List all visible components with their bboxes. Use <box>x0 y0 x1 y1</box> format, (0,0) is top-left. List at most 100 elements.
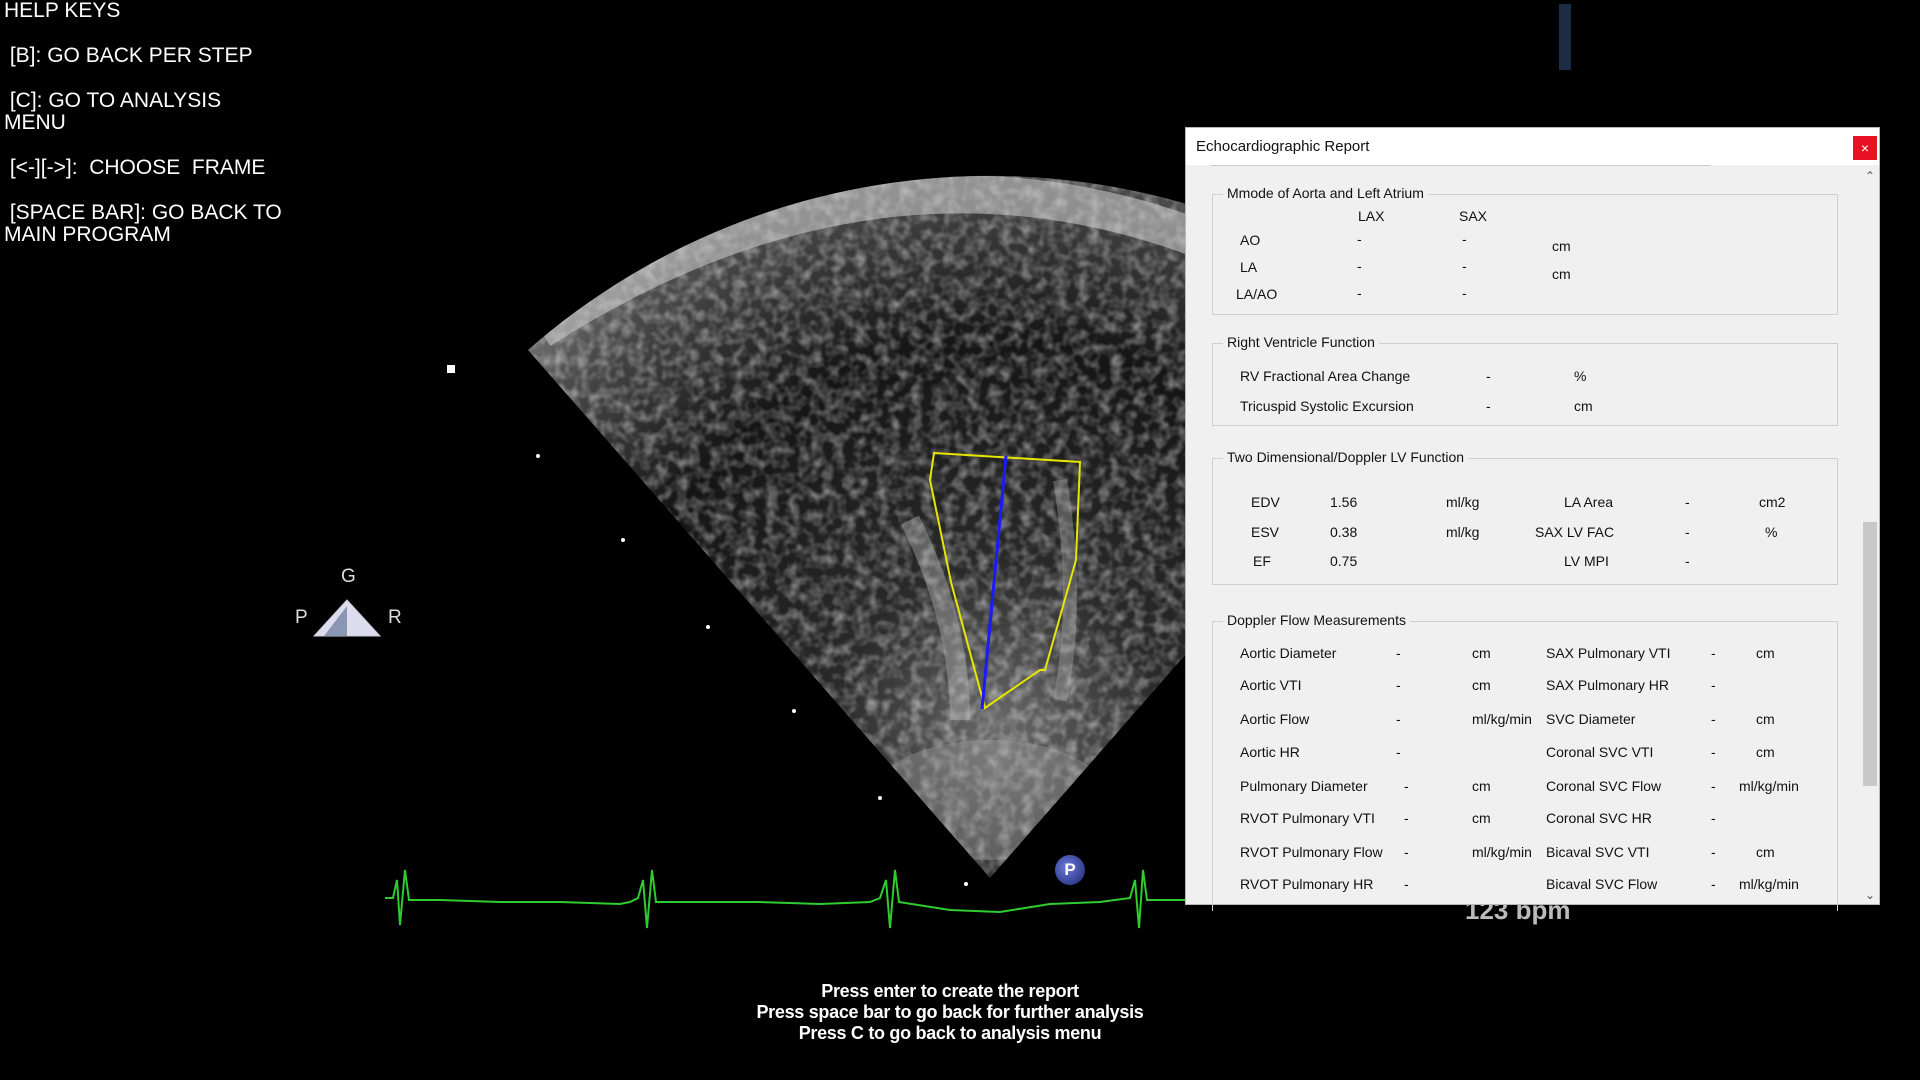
unit: ml/kg/min <box>1472 711 1532 727</box>
value: - <box>1711 778 1716 794</box>
lax-value: - <box>1357 258 1362 274</box>
help-key-c: [C]: GO TO ANALYSIS MENU <box>4 89 222 134</box>
row-label: RVOT Pulmonary VTI <box>1240 810 1375 826</box>
row-label: Aortic VTI <box>1240 677 1302 693</box>
unit: cm2 <box>1759 494 1786 510</box>
column-header-lax: LAX <box>1358 208 1385 224</box>
lax-value: - <box>1357 285 1362 301</box>
value: - <box>1404 876 1409 892</box>
row-label: Coronal SVC Flow <box>1546 778 1662 794</box>
vertical-scrollbar[interactable]: ⌃ ⌄ <box>1861 165 1879 904</box>
unit: cm <box>1472 677 1491 693</box>
value: 0.75 <box>1330 553 1358 569</box>
row-label: Pulmonary Diameter <box>1240 778 1368 794</box>
unit: ml/kg <box>1446 524 1480 540</box>
value: - <box>1711 645 1716 661</box>
unit: cm <box>1756 744 1775 760</box>
value: - <box>1404 844 1409 860</box>
row-label: AO <box>1240 232 1261 248</box>
row-label: LV MPI <box>1564 553 1609 569</box>
scroll-marker <box>1559 4 1571 70</box>
unit: cm <box>1472 778 1491 794</box>
instruction-line: Press C to go back to analysis menu <box>798 1023 1102 1043</box>
row-label: SAX LV FAC <box>1535 524 1615 540</box>
orientation-top-label: G <box>341 566 356 587</box>
report-window: Echocardiographic Report × Mmode of Aort… <box>1185 127 1880 911</box>
probe-marker-icon: P <box>1055 855 1085 885</box>
instructions: Press enter to create the report Press s… <box>700 981 1200 1044</box>
scroll-up-icon[interactable]: ⌃ <box>1865 169 1875 183</box>
doppler-flow-group: Doppler Flow Measurements Aortic Diamete… <box>1212 612 1838 911</box>
value: - <box>1396 744 1401 760</box>
row-label: RVOT Pulmonary HR <box>1240 876 1374 892</box>
help-keys-panel: HELP KEYS [B]: GO BACK PER STEP [C]: GO … <box>4 0 294 269</box>
unit: cm <box>1472 645 1491 661</box>
row-label: ESV <box>1251 524 1280 540</box>
orientation-right-label: R <box>388 607 402 628</box>
unit: ml/kg/min <box>1472 844 1532 860</box>
unit: % <box>1574 368 1587 384</box>
row-label: Coronal SVC HR <box>1546 810 1652 826</box>
row-label: Bicaval SVC Flow <box>1546 876 1658 892</box>
help-key-b: [B]: GO BACK PER STEP <box>4 44 253 67</box>
instruction-line: Press space bar to go back for further a… <box>756 1002 1144 1022</box>
value: - <box>1711 677 1716 693</box>
group-legend: Right Ventricle Function <box>1223 334 1379 350</box>
help-key-arrows: [<-][->]: CHOOSE FRAME <box>4 156 266 179</box>
row-label: LA Area <box>1564 494 1614 510</box>
value: - <box>1685 524 1690 540</box>
close-icon[interactable]: × <box>1853 136 1877 160</box>
value: 1.56 <box>1330 494 1358 510</box>
help-key-space: [SPACE BAR]: GO BACK TO MAIN PROGRAM <box>4 201 282 246</box>
sax-value: - <box>1462 285 1467 301</box>
value: - <box>1396 711 1401 727</box>
rv-function-group: Right Ventricle Function RV Fractional A… <box>1212 334 1838 426</box>
row-label: EDV <box>1251 494 1280 510</box>
value: - <box>1404 810 1409 826</box>
unit: cm <box>1574 398 1593 414</box>
scroll-down-icon[interactable]: ⌄ <box>1865 888 1875 902</box>
value: - <box>1396 677 1401 693</box>
value: - <box>1711 744 1716 760</box>
value: - <box>1711 810 1716 826</box>
sax-value: - <box>1462 258 1467 274</box>
row-label: Bicaval SVC VTI <box>1546 844 1650 860</box>
unit: cm <box>1756 711 1775 727</box>
unit: % <box>1765 524 1778 540</box>
unit: ml/kg <box>1446 494 1480 510</box>
report-title: Echocardiographic Report <box>1196 138 1370 155</box>
value: - <box>1711 711 1716 727</box>
row-label: RV Fractional Area Change <box>1240 368 1411 384</box>
lax-value: - <box>1357 231 1362 247</box>
unit: cm <box>1552 238 1571 254</box>
row-label: Coronal SVC VTI <box>1546 744 1654 760</box>
row-label: Tricuspid Systolic Excursion <box>1240 398 1414 414</box>
value: - <box>1711 876 1716 892</box>
unit: cm <box>1472 810 1491 826</box>
row-label: Aortic Diameter <box>1240 645 1337 661</box>
lv-function-group: Two Dimensional/Doppler LV Function EDV … <box>1212 449 1838 585</box>
value: - <box>1486 368 1491 384</box>
scrollbar-thumb[interactable] <box>1863 522 1877 786</box>
group-legend: Doppler Flow Measurements <box>1223 612 1410 628</box>
unit: cm <box>1552 266 1571 282</box>
value: - <box>1396 645 1401 661</box>
row-label: SAX Pulmonary VTI <box>1546 645 1671 661</box>
unit: cm <box>1756 844 1775 860</box>
orientation-indicator: G P R <box>295 566 415 646</box>
group-legend: Two Dimensional/Doppler LV Function <box>1223 449 1469 465</box>
unit: cm <box>1756 645 1775 661</box>
instruction-line: Press enter to create the report <box>821 981 1079 1001</box>
help-title: HELP KEYS <box>4 0 121 22</box>
row-label: Aortic Flow <box>1240 711 1310 727</box>
value: - <box>1685 494 1690 510</box>
row-label: Aortic HR <box>1240 744 1300 760</box>
mmode-group: Mmode of Aorta and Left Atrium LAX SAX A… <box>1212 185 1838 315</box>
report-titlebar[interactable]: Echocardiographic Report × <box>1186 128 1879 165</box>
sax-value: - <box>1462 231 1467 247</box>
unit: ml/kg/min <box>1739 778 1799 794</box>
unit: ml/kg/min <box>1739 876 1799 892</box>
row-label: EF <box>1253 553 1271 569</box>
value: - <box>1711 844 1716 860</box>
divider <box>1211 165 1711 166</box>
